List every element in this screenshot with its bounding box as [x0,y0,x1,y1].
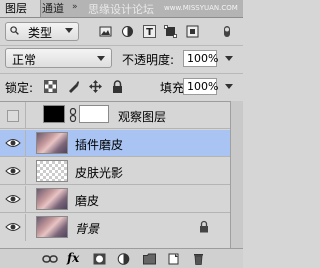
adjustment-icon[interactable] [117,253,130,265]
chevron-down-icon [97,56,105,61]
layer-row[interactable]: 皮肤光影 [0,158,230,185]
trash-icon[interactable] [192,253,205,265]
adjustment-filter-icon[interactable] [121,25,134,38]
image-filter-icon[interactable] [99,25,112,38]
fx-icon[interactable]: fx [67,251,79,265]
mask-icon[interactable] [93,253,106,265]
tab-bar: 图层 通道 » 思缘设计论坛 www.MISSYUAN.COM [0,0,243,18]
layer-row[interactable]: 插件磨皮 [0,130,230,157]
watermark-text: 思缘设计论坛 [88,3,154,16]
layer-name[interactable]: 磨皮 [75,192,99,209]
link-icon[interactable] [42,253,58,265]
shape-filter-icon[interactable] [164,25,177,38]
filter-type-label: 类型 [28,26,53,40]
svg-text:T: T [146,27,153,38]
layer-thumbnail [36,160,68,182]
lock-label: 锁定: [5,81,34,95]
eye-icon [5,167,21,175]
layer-row[interactable]: 背景 [0,214,230,241]
lock-image-icon[interactable] [67,80,80,93]
tab-channels[interactable]: 通道 [37,0,69,17]
layer-filter-select[interactable]: 类型 [5,22,79,41]
lock-transparent-icon[interactable] [44,80,57,93]
layers-scrollbar[interactable] [230,101,243,248]
separator [0,45,243,46]
layer-name[interactable]: 插件磨皮 [75,136,123,153]
watermark-url: www.MISSYUAN.COM [164,4,238,12]
eye-icon [5,139,21,147]
fill-slider-toggle-icon[interactable] [225,84,233,89]
eye-icon [5,223,21,231]
separator [0,73,243,74]
layer-row[interactable]: 磨皮 [0,186,230,213]
layer-mask-thumbnail[interactable] [79,105,109,123]
layers-panel: 图层 通道 » 思缘设计论坛 www.MISSYUAN.COM 类型 T 正常 … [0,0,243,268]
opacity-slider-toggle-icon[interactable] [225,56,233,61]
layers-bottom-toolbar: fx [0,248,243,268]
layer-row[interactable]: 观察图层 [0,102,230,129]
visibility-toggle[interactable] [0,186,26,213]
layers-list: 观察图层 插件磨皮 皮肤光影 磨皮 背景 [0,101,230,249]
filter-toggle-icon[interactable] [222,25,232,38]
lock-icon [200,220,208,233]
layer-thumbnail [36,216,68,238]
chevron-down-icon [65,28,73,33]
search-icon [10,26,19,35]
fill-input[interactable]: 100% [183,78,218,95]
hidden-visibility-icon [7,110,19,122]
visibility-toggle[interactable] [0,102,26,129]
layer-thumbnail [36,132,68,154]
group-icon[interactable] [143,253,156,265]
link-chain-icon[interactable] [69,108,77,122]
lock-position-icon[interactable] [89,80,102,93]
opacity-input[interactable]: 100% [183,50,218,67]
blend-mode-select[interactable]: 正常 [5,48,112,68]
layer-thumbnail [36,188,68,210]
visibility-toggle[interactable] [0,214,26,241]
type-filter-icon[interactable]: T [143,25,156,38]
blend-mode-value: 正常 [12,53,37,67]
visibility-toggle[interactable] [0,130,26,157]
eye-icon [5,195,21,203]
layer-thumbnail [43,105,65,123]
visibility-toggle[interactable] [0,158,26,185]
layer-name[interactable]: 观察图层 [118,108,166,125]
layer-name[interactable]: 皮肤光影 [75,164,123,181]
lock-all-icon[interactable] [111,80,124,93]
new-layer-icon[interactable] [168,253,181,265]
opacity-label: 不透明度: [122,53,175,67]
tab-overflow-icon[interactable]: » [72,2,77,12]
tab-layers[interactable]: 图层 [0,0,41,17]
layer-name[interactable]: 背景 [75,220,99,237]
smart-object-filter-icon[interactable] [186,25,199,38]
